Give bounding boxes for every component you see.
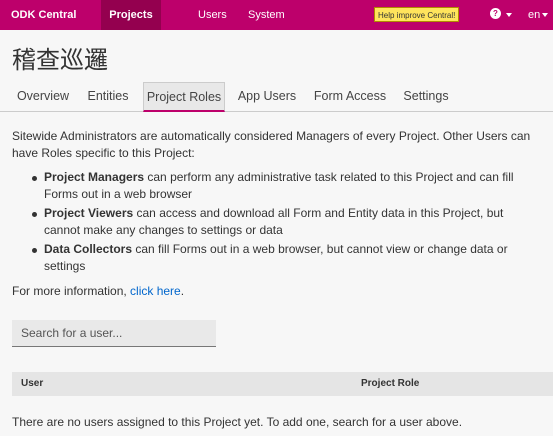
empty-table-message: There are no users assigned to this Proj… <box>12 415 463 429</box>
bullet-icon <box>32 176 37 181</box>
role-item-data-collectors: Data Collectors can fill Forms out in a … <box>44 241 534 275</box>
assignments-table-header: User Project Role <box>12 372 553 396</box>
bullet-icon <box>32 248 37 253</box>
more-info-prefix: For more information, <box>12 284 131 298</box>
language-menu-button[interactable]: en <box>528 0 540 30</box>
role-name: Project Managers <box>44 170 145 184</box>
project-tabs: Overview Entities Project Roles App User… <box>0 82 553 112</box>
click-here-link[interactable]: click here <box>130 284 181 298</box>
tab-settings[interactable]: Settings <box>398 82 454 112</box>
role-item-viewers: Project Viewers can access and download … <box>44 205 534 239</box>
chevron-down-icon <box>542 13 548 17</box>
nav-projects[interactable]: Projects <box>101 0 161 30</box>
top-navbar: ODK Central Projects Users System Help i… <box>0 0 553 30</box>
chevron-down-icon <box>506 13 512 17</box>
question-circle-icon: ? <box>490 8 501 19</box>
brand-link[interactable]: ODK Central <box>11 0 76 30</box>
tab-entities[interactable]: Entities <box>82 82 134 112</box>
tab-overview[interactable]: Overview <box>12 82 74 112</box>
tab-app-users[interactable]: App Users <box>234 82 300 112</box>
bullet-icon <box>32 212 37 217</box>
nav-users[interactable]: Users <box>198 0 227 30</box>
more-info-text: For more information, click here. <box>12 284 184 298</box>
nav-system[interactable]: System <box>248 0 285 30</box>
roles-intro-text: Sitewide Administrators are automaticall… <box>12 129 531 160</box>
column-header-user: User <box>21 378 44 389</box>
role-name: Project Viewers <box>44 206 134 220</box>
column-header-project-role: Project Role <box>361 378 420 389</box>
more-info-suffix: . <box>180 284 185 298</box>
tab-form-access[interactable]: Form Access <box>310 82 390 112</box>
role-item-managers: Project Managers can perform any adminis… <box>44 169 534 203</box>
page-title: 稽查巡邏 <box>12 46 108 74</box>
tab-project-roles[interactable]: Project Roles <box>143 82 225 112</box>
help-improve-badge[interactable]: Help improve Central! <box>374 7 460 22</box>
role-name: Data Collectors <box>44 242 133 256</box>
search-user-input[interactable] <box>12 320 216 347</box>
